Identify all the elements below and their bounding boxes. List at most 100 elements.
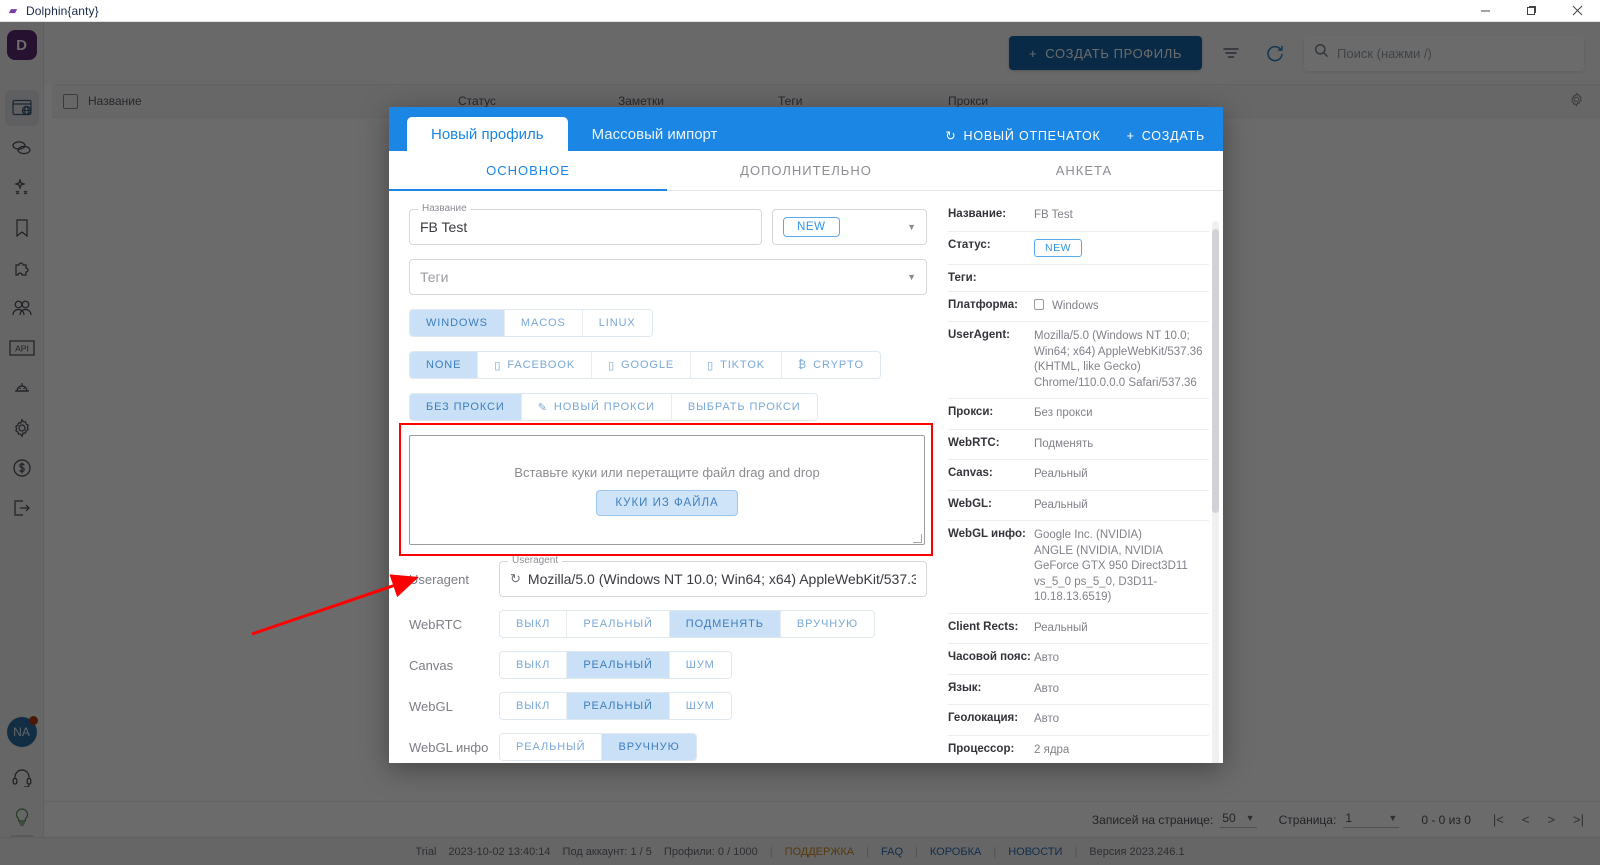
select-all-checkbox[interactable] bbox=[52, 93, 88, 109]
chevron-down-icon: ▼ bbox=[1245, 813, 1255, 823]
status-select[interactable]: NEW ▼ bbox=[772, 209, 927, 245]
platform-linux[interactable]: LINUX bbox=[582, 310, 652, 336]
sidebar-item-bookmarks[interactable] bbox=[5, 210, 39, 246]
sidebar-item-cookies[interactable] bbox=[5, 130, 39, 166]
rows-per-page[interactable]: Записей на странице: 50 ▼ bbox=[1092, 811, 1257, 828]
canvas-real[interactable]: РЕАЛЬНЫЙ bbox=[567, 652, 670, 678]
pager-controls: |< < > >| bbox=[1493, 812, 1584, 827]
column-header-tags[interactable]: Теги bbox=[778, 94, 948, 108]
column-header-proxy[interactable]: Прокси bbox=[948, 94, 1118, 108]
webrtc-off[interactable]: ВЫКЛ bbox=[500, 611, 568, 637]
minimize-icon[interactable] bbox=[1462, 0, 1508, 22]
sidebar-item-browser-profiles[interactable] bbox=[4, 90, 39, 126]
summary-row: Геолокация: Авто bbox=[948, 705, 1209, 736]
profile-summary-panel: Название: FB Test Статус: NEW Теги: Платформа… bbox=[934, 191, 1223, 763]
column-header-notes[interactable]: Заметки bbox=[618, 94, 778, 108]
sidebar-item-magic-clean[interactable] bbox=[5, 170, 39, 206]
sidebar-item-tips[interactable] bbox=[5, 799, 39, 835]
summary-row: Платформа: Windows bbox=[948, 292, 1209, 323]
summary-row: Часовой пояс: Авто bbox=[948, 644, 1209, 675]
summary-value: Mozilla/5.0 (Windows NT 10.0; Win64; x64… bbox=[1034, 329, 1209, 391]
webrtc-altered[interactable]: ПОДМЕНЯТЬ bbox=[669, 611, 781, 637]
sidebar-item-extensions[interactable] bbox=[5, 250, 39, 286]
platform-windows[interactable]: WINDOWS bbox=[410, 310, 505, 336]
sidebar-item-automation[interactable] bbox=[5, 370, 39, 406]
new-fingerprint-button[interactable]: ↻ НОВЫЙ ОТПЕЧАТОК bbox=[945, 128, 1101, 144]
new-fingerprint-label: НОВЫЙ ОТПЕЧАТОК bbox=[963, 128, 1101, 143]
footer-link-support[interactable]: ПОДДЕРЖКА bbox=[785, 846, 855, 858]
table-settings-icon[interactable] bbox=[1569, 92, 1600, 110]
sidebar-item-support[interactable] bbox=[5, 759, 39, 795]
create-profile-button[interactable]: + СОЗДАТЬ ПРОФИЛЬ bbox=[1009, 36, 1202, 70]
record-range: 0 - 0 из 0 bbox=[1421, 813, 1471, 827]
webgl-off[interactable]: ВЫКЛ bbox=[500, 693, 568, 719]
resize-grip-icon[interactable] bbox=[913, 534, 922, 543]
webgl-info-real[interactable]: РЕАЛЬНЫЙ bbox=[500, 734, 603, 760]
proxy-none[interactable]: БЕЗ ПРОКСИ bbox=[410, 394, 522, 420]
summary-row: UserAgent: Mozilla/5.0 (Windows NT 10.0; … bbox=[948, 322, 1209, 400]
sidebar-item-billing[interactable] bbox=[5, 450, 39, 486]
platform-macos[interactable]: MACOS bbox=[504, 310, 583, 336]
webgl-segmented: ВЫКЛ РЕАЛЬНЫЙ ШУМ bbox=[499, 692, 732, 720]
service-google[interactable]: ▯ GOOGLE bbox=[592, 352, 692, 378]
page-selector[interactable]: Страница: 1 ▼ bbox=[1279, 811, 1400, 828]
sidebar-item-team[interactable] bbox=[5, 290, 39, 326]
subtab-questionnaire[interactable]: АНКЕТА bbox=[945, 151, 1223, 190]
service-facebook[interactable]: ▯ FACEBOOK bbox=[478, 352, 593, 378]
tab-new-profile[interactable]: Новый профиль bbox=[407, 117, 568, 151]
column-header-name[interactable]: Название bbox=[88, 94, 458, 108]
refresh-icon[interactable] bbox=[1260, 38, 1290, 68]
proxy-select[interactable]: ВЫБРАТЬ ПРОКСИ bbox=[671, 394, 817, 420]
column-header-status[interactable]: Статус bbox=[458, 94, 618, 108]
summary-scrollbar-thumb[interactable] bbox=[1212, 229, 1219, 513]
profile-name-field[interactable]: Название FB Test bbox=[409, 203, 762, 245]
canvas-off[interactable]: ВЫКЛ bbox=[500, 652, 568, 678]
refresh-icon: ↻ bbox=[945, 129, 957, 143]
subtab-main[interactable]: ОСНОВНОЕ bbox=[389, 151, 667, 191]
create-button[interactable]: + СОЗДАТЬ bbox=[1127, 129, 1205, 143]
robot-icon bbox=[12, 378, 32, 398]
close-icon[interactable] bbox=[1554, 0, 1600, 22]
webgl-info-manual[interactable]: ВРУЧНУЮ bbox=[602, 734, 696, 760]
service-tiktok[interactable]: ▯ TIKTOK bbox=[691, 352, 783, 378]
sidebar-item-settings[interactable] bbox=[5, 410, 39, 446]
webgl-real[interactable]: РЕАЛЬНЫЙ bbox=[567, 693, 670, 719]
summary-key: Процессор: bbox=[948, 742, 1015, 755]
search-input[interactable] bbox=[1337, 45, 1574, 61]
next-page-button[interactable]: > bbox=[1547, 812, 1555, 827]
last-page-button[interactable]: >| bbox=[1573, 812, 1584, 827]
summary-value-line: Без прокси bbox=[1034, 407, 1093, 420]
sidebar-logo[interactable]: D bbox=[6, 30, 37, 60]
tab-bulk-import[interactable]: Массовый импорт bbox=[568, 117, 742, 151]
subtab-advanced[interactable]: ДОПОЛНИТЕЛЬНО bbox=[667, 151, 945, 190]
chevron-down-icon: ▼ bbox=[1388, 813, 1398, 823]
cookies-dropzone[interactable]: Вставьте куки или перетащите файл drag a… bbox=[409, 435, 925, 545]
useragent-field[interactable]: Useragent ↻ Mozilla/5.0 (Windows NT 10.0… bbox=[499, 555, 927, 597]
filter-icon[interactable] bbox=[1216, 38, 1246, 68]
footer-link-news[interactable]: НОВОСТИ bbox=[1008, 846, 1062, 858]
service-none[interactable]: NONE bbox=[410, 352, 479, 378]
tags-select[interactable]: Теги ▼ bbox=[409, 259, 927, 295]
webrtc-manual[interactable]: ВРУЧНУЮ bbox=[780, 611, 875, 637]
webrtc-real[interactable]: РЕАЛЬНЫЙ bbox=[567, 611, 670, 637]
first-page-button[interactable]: |< bbox=[1493, 812, 1504, 827]
service-crypto[interactable]: ₿ CRYPTO bbox=[782, 352, 880, 378]
sidebar-item-logout[interactable] bbox=[5, 490, 39, 526]
proxy-new[interactable]: ✎ НОВЫЙ ПРОКСИ bbox=[521, 394, 672, 420]
prev-page-button[interactable]: < bbox=[1522, 812, 1530, 827]
search-box[interactable] bbox=[1304, 35, 1584, 71]
avatar[interactable]: NA bbox=[6, 716, 38, 747]
footer-divider: | bbox=[993, 845, 997, 858]
footer-link-faq[interactable]: FAQ bbox=[881, 846, 903, 858]
useragent-field-label: Useragent bbox=[508, 555, 563, 566]
canvas-noise[interactable]: ШУМ bbox=[669, 652, 731, 678]
cookies-from-file-button[interactable]: КУКИ ИЗ ФАЙЛА bbox=[596, 489, 738, 516]
page-label: Страница: bbox=[1278, 812, 1337, 827]
sidebar-item-api[interactable]: API bbox=[5, 330, 39, 366]
footer-link-box[interactable]: КОРОБКА bbox=[930, 846, 981, 858]
dollar-circle-icon bbox=[12, 458, 32, 478]
maximize-icon[interactable] bbox=[1508, 0, 1554, 22]
refresh-icon[interactable]: ↻ bbox=[510, 571, 521, 587]
webgl-noise[interactable]: ШУМ bbox=[669, 693, 731, 719]
summary-key: Название: bbox=[948, 208, 1007, 220]
